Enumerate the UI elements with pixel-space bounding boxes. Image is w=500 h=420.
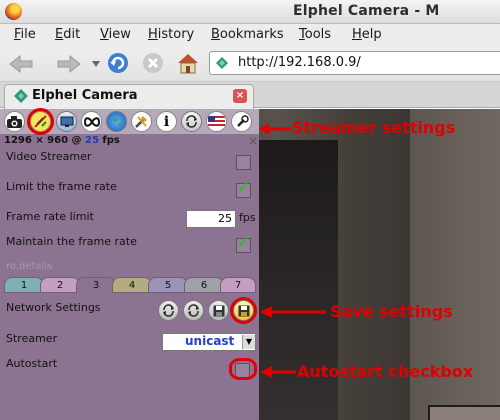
streamer-label: Streamer [6,332,58,345]
sync-icon [188,304,199,317]
menu-help[interactable]: Help [352,27,382,42]
maintain-frame-rate-label: Maintain the frame rate [6,235,137,248]
reload-button[interactable] [105,50,131,76]
tab-4[interactable]: 4 [112,277,152,293]
tab-6[interactable]: 6 [184,277,224,293]
site-identity-icon[interactable] [216,57,228,69]
globe-icon[interactable] [106,111,127,132]
history-dropdown-button[interactable] [90,51,102,77]
streamer-select-value[interactable]: unicast [185,334,234,348]
video-streamer-checkbox[interactable] [236,155,251,170]
limit-frame-rate-label: Limit the frame rate [6,180,117,193]
forward-button[interactable] [56,51,82,77]
annotation-arrow-save-settings [260,306,326,318]
stop-button[interactable] [140,50,166,76]
tools-icon[interactable] [131,111,152,132]
autostart-label: Autostart [6,357,58,370]
video-streamer-label: Video Streamer [6,150,92,163]
highlight-circle-autostart [229,358,257,380]
annotation-arrow-streamer-settings [259,123,292,135]
menu-history[interactable]: History [148,27,194,42]
annotation-streamer-settings: Streamer settings [292,118,456,137]
camera-image-frame-edge [428,405,500,420]
hidden-row-text: ro.details [6,261,53,272]
forward-arrow-icon [57,54,81,74]
url-text[interactable]: http://192.168.0.9/ [238,55,361,70]
resolution-readout: 1296 × 960 @ 25 fps [4,135,120,146]
window-title: Elphel Camera - M [293,3,440,19]
wrench-tag-icon[interactable] [231,111,252,132]
home-icon [178,54,198,74]
highlight-circle-save-settings [230,297,257,324]
tab-close-button[interactable]: × [233,89,247,103]
annotation-autostart-checkbox: Autostart checkbox [297,362,474,381]
maintain-frame-rate-check-icon: ✓ [236,231,252,253]
infinity-icon[interactable] [81,111,102,132]
stop-icon [143,53,163,73]
firefox-logo-icon [5,3,22,20]
menu-file[interactable]: File [14,27,36,42]
frame-rate-limit-input[interactable]: 25 [186,210,236,228]
menu-bar: File Edit View History Bookmarks Tools H… [0,24,500,46]
camera-icon[interactable] [4,111,25,132]
limit-frame-rate-check-icon: ✓ [236,176,252,198]
tab-3[interactable]: 3 [76,277,116,293]
frame-rate-limit-label: Frame rate limit [6,210,94,223]
menu-bookmarks[interactable]: Bookmarks [211,27,284,42]
tab-1[interactable]: 1 [4,277,44,293]
refresh-settings-button[interactable] [158,300,179,321]
menu-view[interactable]: View [100,27,131,42]
frame-rate-limit-unit: fps [239,211,256,224]
chevron-down-icon [92,61,100,67]
menu-edit[interactable]: Edit [55,27,80,42]
resolution-text: 1296 × 960 @ [4,135,82,146]
reload-icon [108,53,128,73]
tab-favicon-icon [14,89,28,103]
home-button[interactable] [175,50,201,76]
info-icon[interactable]: i [156,111,177,132]
us-flag-icon[interactable] [206,111,227,132]
fps-value: 25 [85,135,99,146]
tab-title: Elphel Camera [32,88,138,103]
refresh-icon [163,304,174,317]
tab-7[interactable]: 7 [220,277,256,293]
tab-2[interactable]: 2 [40,277,80,293]
refresh-icon[interactable] [181,111,202,132]
back-button[interactable] [8,51,34,77]
annotation-save-settings: Save settings [330,302,453,321]
menu-tools[interactable]: Tools [299,27,331,42]
back-arrow-icon [9,54,33,74]
highlight-circle-streamer-settings [27,108,54,135]
streamer-select-chevron-down-icon[interactable]: ▼ [242,335,255,349]
monitor-icon[interactable] [56,111,77,132]
network-settings-label: Network Settings [6,301,101,314]
floppy-icon [213,305,224,316]
fps-unit: fps [102,135,120,146]
save-button[interactable] [208,300,229,321]
reload-settings-button[interactable] [183,300,204,321]
tab-5[interactable]: 5 [148,277,188,293]
annotation-arrow-autostart [260,366,296,378]
